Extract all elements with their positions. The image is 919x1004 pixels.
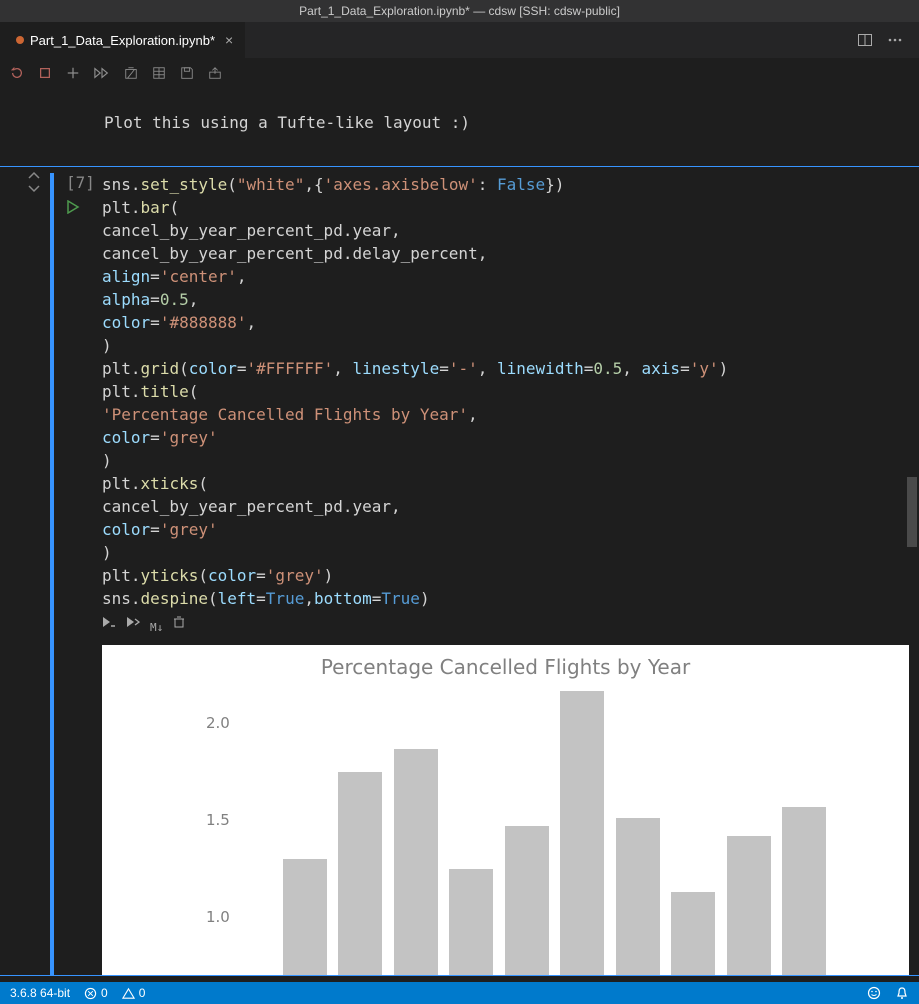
notebook-file-icon xyxy=(16,36,24,44)
chart-title: Percentage Cancelled Flights by Year xyxy=(102,645,909,679)
window-title: Part_1_Data_Exploration.ipynb* — cdsw [S… xyxy=(299,4,620,18)
tab-active[interactable]: Part_1_Data_Exploration.ipynb* × xyxy=(0,22,245,58)
cell-output-toolbar: M↓ xyxy=(102,610,919,645)
chart-bar xyxy=(616,818,660,975)
change-to-markdown-label[interactable]: M↓ xyxy=(150,616,163,639)
chart-bar xyxy=(283,859,327,975)
notebook-content: Plot this using a Tufte-like layout :) [… xyxy=(0,87,919,982)
status-python-version[interactable]: 3.6.8 64-bit xyxy=(10,986,70,1000)
chart-bar xyxy=(782,807,826,975)
chart-plot-area xyxy=(257,685,889,975)
feedback-icon[interactable] xyxy=(867,986,881,1000)
scrollbar-track[interactable] xyxy=(905,87,919,982)
window-title-bar: Part_1_Data_Exploration.ipynb* — cdsw [S… xyxy=(0,0,919,22)
close-icon[interactable]: × xyxy=(225,32,233,48)
notebook-toolbar xyxy=(0,59,919,87)
clear-outputs-icon[interactable] xyxy=(124,66,138,80)
save-icon[interactable] xyxy=(180,66,194,80)
stop-kernel-icon[interactable] xyxy=(38,66,52,80)
chart-bar xyxy=(671,892,715,975)
more-actions-icon[interactable] xyxy=(887,32,903,48)
chart-bar xyxy=(505,826,549,975)
markdown-cell-text: Plot this using a Tufte-like layout :) xyxy=(104,113,470,132)
split-editor-icon[interactable] xyxy=(857,32,873,48)
output-chart: Percentage Cancelled Flights by Year 1.0… xyxy=(102,645,909,975)
cell-gutter-bar xyxy=(50,173,54,645)
export-icon[interactable] xyxy=(208,66,222,80)
chart-bar xyxy=(727,836,771,975)
status-errors[interactable]: 0 xyxy=(84,986,108,1000)
tab-bar: Part_1_Data_Exploration.ipynb* × xyxy=(0,22,919,59)
add-cell-icon[interactable] xyxy=(66,66,80,80)
cell-output: Percentage Cancelled Flights by Year 1.0… xyxy=(50,645,919,975)
code-editor[interactable]: sns.set_style("white",{'axes.axisbelow':… xyxy=(102,173,919,645)
chart-ytick-label: 1.5 xyxy=(206,811,230,829)
status-bar: 3.6.8 64-bit 0 0 xyxy=(0,982,919,1004)
execution-count: [7] xyxy=(66,173,95,192)
tab-label: Part_1_Data_Exploration.ipynb* xyxy=(30,33,215,48)
chart-bar xyxy=(449,869,493,975)
collapse-up-icon[interactable] xyxy=(28,171,40,181)
chart-ytick-label: 1.0 xyxy=(206,908,230,926)
collapse-down-icon[interactable] xyxy=(28,183,40,193)
variables-icon[interactable] xyxy=(152,66,166,80)
chart-ytick-label: 2.0 xyxy=(206,714,230,732)
scrollbar-thumb[interactable] xyxy=(907,477,917,547)
code-cell-container: [7] sns.set_style("white",{'axes.axisbel… xyxy=(0,166,919,976)
chart-bar xyxy=(394,749,438,975)
markdown-cell[interactable]: Plot this using a Tufte-like layout :) xyxy=(0,87,919,132)
run-all-icon[interactable] xyxy=(94,66,110,80)
restart-kernel-icon[interactable] xyxy=(10,66,24,80)
delete-cell-icon[interactable] xyxy=(173,616,185,639)
run-next-icon[interactable] xyxy=(126,616,140,639)
status-warnings[interactable]: 0 xyxy=(122,986,146,1000)
chart-bar xyxy=(560,691,604,975)
chart-bar xyxy=(338,772,382,975)
output-gutter-bar xyxy=(50,645,54,975)
run-by-line-icon[interactable] xyxy=(102,616,116,639)
notifications-icon[interactable] xyxy=(895,986,909,1000)
run-cell-icon[interactable] xyxy=(66,200,80,214)
